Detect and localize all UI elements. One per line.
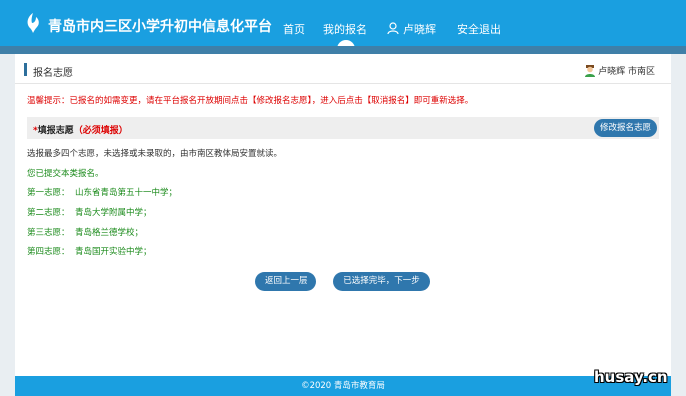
top-header: 青岛市内三区小学升初中信息化平台 首页 我的报名 卢晓辉 安全退出 [0,0,686,50]
panel-user-text: 卢晓辉 市南区 [598,67,655,77]
submission-status: 您已提交本类报名。 [27,169,104,179]
nav-my-registration-link[interactable]: 我的报名 [323,21,367,37]
choice-school: 青岛格兰德学校； [75,228,144,238]
nav-user-name: 卢晓辉 [403,23,436,36]
panel-title: 报名志愿 [33,68,73,79]
panel-user-info: 卢晓辉 市南区 [584,64,655,77]
section-header: *填报志愿（必须填报） 修改报名志愿 [27,117,659,139]
choice-label: 第二志愿： [27,208,70,218]
section-title-text: 填报志愿 [37,126,74,136]
required-note: （必须填报） [73,126,128,136]
choice-school: 青岛大学附属中学； [75,208,152,218]
user-icon [387,22,399,35]
footer-copyright: ©2020 青岛市教育局 [15,376,671,396]
logo-icon [27,13,39,33]
choice-label: 第三志愿： [27,228,70,238]
watermark: husay.cn [594,368,668,386]
main-panel: 报名志愿 卢晓辉 市南区 温馨提示：已报名的如需变更，请在平台报名开放期间点击【… [15,54,671,376]
choice-school: 山东省青岛第五十一中学； [75,188,178,198]
choices-description: 选报最多四个志愿，未选择或未录取的，由市南区教体局安置就读。 [27,149,283,159]
section-title: *填报志愿（必须填报） [33,123,128,136]
choice-row: 第二志愿： 青岛大学附属中学； [27,206,152,218]
header-subbar [0,46,686,54]
choice-row: 第三志愿： 青岛格兰德学校； [27,226,143,238]
panel-header: 报名志愿 卢晓辉 市南区 [15,54,671,84]
choice-row: 第一志愿： 山东省青岛第五十一中学； [27,186,177,198]
nav-logout-link[interactable]: 安全退出 [457,21,501,37]
next-step-button[interactable]: 已选择完毕，下一步 [333,272,430,291]
choice-label: 第一志愿： [27,188,70,198]
choice-school: 青岛国开实验中学； [75,247,152,257]
nav-home-link[interactable]: 首页 [283,21,305,37]
site-title: 青岛市内三区小学升初中信息化平台 [48,19,272,35]
modify-choices-button[interactable]: 修改报名志愿 [593,119,657,137]
back-button[interactable]: 返回上一层 [255,272,316,291]
panel-header-accent [24,63,27,76]
nav-user[interactable]: 卢晓辉 [387,21,436,37]
avatar-icon [585,65,596,77]
choice-row: 第四志愿： 青岛国开实验中学； [27,245,152,257]
notice-tip: 温馨提示：已报名的如需变更，请在平台报名开放期间点击【修改报名志愿】，进入后点击… [27,96,474,106]
choice-label: 第四志愿： [27,247,70,257]
